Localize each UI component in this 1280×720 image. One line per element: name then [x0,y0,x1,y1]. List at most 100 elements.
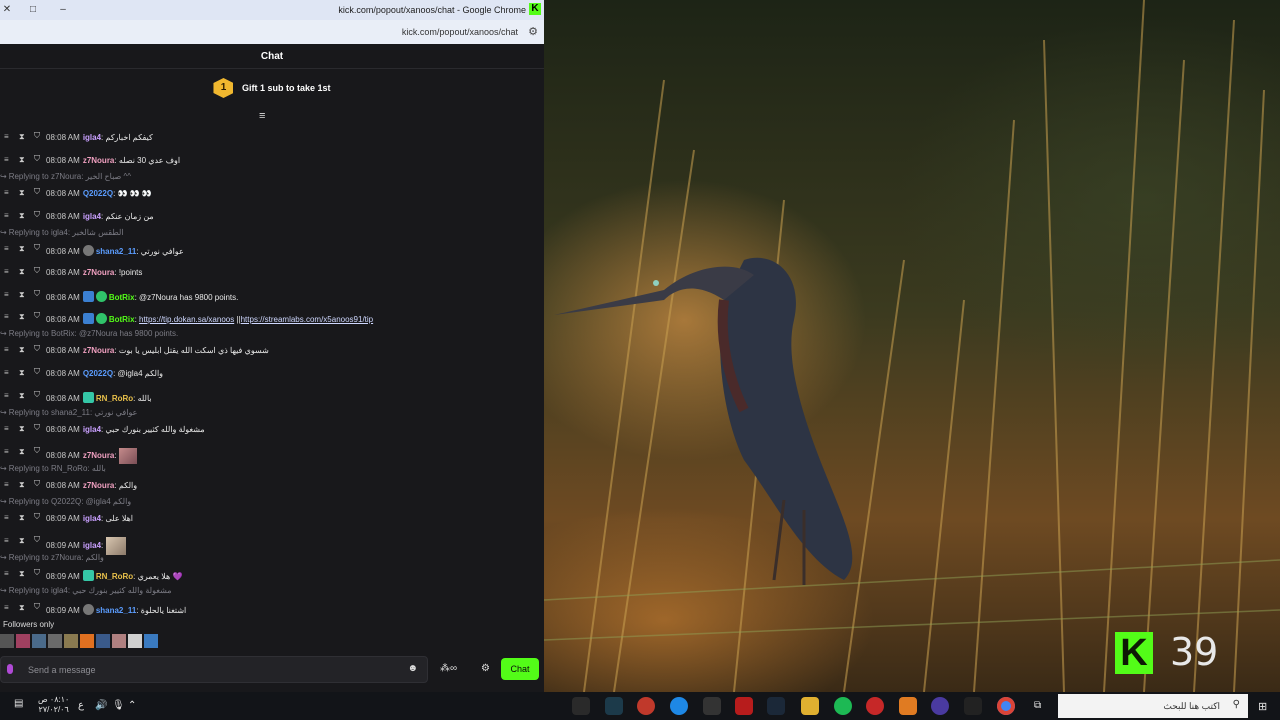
message-link[interactable]: https://tip.dokan.sa/xanoos [139,315,234,324]
send-chat-button[interactable]: Chat [501,658,539,680]
message-username[interactable]: igla4 [83,541,101,550]
chat-message[interactable]: ≡ ⧗ ⛉ 08:08 AM BotRix: https://tip.dokan.sa/… [0,310,544,326]
mod-menu-icon[interactable]: ≡ [4,312,9,321]
timeout-icon[interactable]: ⧗ [19,603,25,613]
message-username[interactable]: igla4 [83,212,101,221]
task-view-icon[interactable]: ⧉ [1034,700,1041,711]
mod-menu-icon[interactable]: ≡ [4,345,9,354]
app-icon-11[interactable] [899,697,917,715]
shield-icon[interactable]: ⛉ [34,311,40,321]
chat-message[interactable]: ≡ ⧗ ⛉ 08:08 AM z7Noura: [0,445,544,464]
steam-icon[interactable] [767,697,785,715]
gear-icon[interactable]: ⚙ [481,663,490,674]
timeout-icon[interactable]: ⧗ [19,480,25,490]
mod-menu-icon[interactable]: ≡ [4,244,9,253]
minimize-icon[interactable]: – [56,3,70,17]
app-icon-10[interactable] [866,697,884,715]
chat-message[interactable]: ≡ ⧗ ⛉ 08:08 AM igla4: كيفكم اخباركم [0,130,544,146]
chat-message[interactable]: ≡ ⧗ ⛉ 08:08 AM Q2022Q: 👀 👀 👀 [0,186,544,202]
shield-icon[interactable]: ⛉ [34,266,40,276]
shield-icon[interactable]: ⛉ [34,390,40,400]
timeout-icon[interactable]: ⧗ [19,267,25,277]
emote-thumb[interactable] [0,634,14,648]
mod-menu-icon[interactable]: ≡ [4,603,9,612]
message-username[interactable]: shana2_11 [96,247,136,256]
message-username[interactable]: igla4 [83,425,101,434]
video-editor-icon[interactable] [735,697,753,715]
timeout-icon[interactable]: ⧗ [19,569,25,579]
mic-icon[interactable] [7,664,13,674]
message-username[interactable]: z7Noura [83,451,115,460]
message-username[interactable]: igla4 [83,514,101,523]
volume-icon[interactable]: 🔊 [95,700,107,711]
mod-menu-icon[interactable]: ≡ [4,188,9,197]
chat-message[interactable]: ≡ ⧗ ⛉ 08:09 AM RN_RoRo: هلا يعمري 💜 [0,567,544,583]
timeout-icon[interactable]: ⧗ [19,290,25,300]
chat-message[interactable]: ≡ ⧗ ⛉ 08:08 AM z7Noura: والكم [0,478,544,494]
chat-message[interactable]: ≡ ⧗ ⛉ 08:08 AM igla4: من زمان عنكم [0,209,544,225]
app-icon-5[interactable] [703,697,721,715]
mod-menu-icon[interactable]: ≡ [4,569,9,578]
mod-menu-icon[interactable]: ≡ [4,424,9,433]
timeout-icon[interactable]: ⧗ [19,188,25,198]
message-username[interactable]: Q2022Q [83,369,113,378]
mod-menu-icon[interactable]: ≡ [4,447,9,456]
app-icon-12[interactable] [931,697,949,715]
chrome-icon[interactable] [997,697,1015,715]
shield-icon[interactable]: ⛉ [34,446,40,456]
timeout-icon[interactable]: ⧗ [19,132,25,142]
mod-menu-icon[interactable]: ≡ [4,536,9,545]
epic-games-icon[interactable] [964,697,982,715]
address-url[interactable]: kick.com/popout/xanoos/chat [402,27,518,37]
mod-menu-icon[interactable]: ≡ [4,132,9,141]
message-username[interactable]: BotRix [109,293,135,302]
timeout-icon[interactable]: ⧗ [19,513,25,523]
shield-icon[interactable]: ⛉ [34,131,40,141]
emote-thumb[interactable] [48,634,62,648]
shield-icon[interactable]: ⛉ [34,535,40,545]
shield-icon[interactable]: ⛉ [34,289,40,299]
emote-thumb[interactable] [96,634,110,648]
chevron-up-icon[interactable]: ⌃ [128,700,136,711]
timeout-icon[interactable]: ⧗ [19,345,25,355]
chat-message[interactable]: ≡ ⧗ ⛉ 08:08 AM BotRix: @z7Noura has 9800 poi… [0,288,544,304]
timeout-icon[interactable]: ⧗ [19,447,25,457]
kick-coins-icon[interactable]: ⁂∞ [440,663,457,674]
shield-icon[interactable]: ⛉ [34,512,40,522]
timeout-icon[interactable]: ⧗ [19,211,25,221]
close-icon[interactable]: ✕ [0,3,14,17]
message-username[interactable]: BotRix [109,315,135,324]
mod-menu-icon[interactable]: ≡ [4,290,9,299]
shield-icon[interactable]: ⛉ [34,154,40,164]
emote-thumb[interactable] [80,634,94,648]
message-username[interactable]: z7Noura [83,346,115,355]
mic-tray-icon[interactable]: 🎙 [112,700,125,711]
mod-menu-icon[interactable]: ≡ [4,267,9,276]
chat-message[interactable]: ≡ ⧗ ⛉ 08:08 AM Q2022Q: @igla4 والكم [0,366,544,382]
mod-menu-icon[interactable]: ≡ [4,155,9,164]
address-bar[interactable]: kick.com/popout/xanoos/chat ⚙ [0,20,544,44]
windows-start-icon[interactable]: ⊞ [1258,700,1267,713]
emote-thumb[interactable] [32,634,46,648]
notification-icon[interactable]: ▤ [14,698,23,709]
chat-message[interactable]: ≡ ⧗ ⛉ 08:08 AM igla4: مشغولة والله كثيير بنو… [0,422,544,438]
message-username[interactable]: z7Noura [83,481,115,490]
mod-menu-icon[interactable]: ≡ [4,368,9,377]
chat-message[interactable]: ≡ ⧗ ⛉ 08:09 AM igla4: اهلا على [0,511,544,527]
app-icon-2[interactable] [605,697,623,715]
shield-icon[interactable]: ⛉ [34,367,40,377]
shield-icon[interactable]: ⛉ [34,187,40,197]
input-language[interactable]: ع [78,700,84,711]
message-link[interactable]: https://streamlabs.com/x5anoos91/tip [241,315,374,324]
emote-thumb[interactable] [16,634,30,648]
shield-icon[interactable]: ⛉ [34,423,40,433]
gift-banner[interactable]: 1 Gift 1 sub to take 1st [0,78,544,104]
app-icon-1[interactable] [572,697,590,715]
message-username[interactable]: shana2_11 [96,606,136,615]
message-username[interactable]: z7Noura [83,268,115,277]
message-username[interactable]: Q2022Q [83,189,113,198]
message-username[interactable]: RN_RoRo [96,394,133,403]
timeout-icon[interactable]: ⧗ [19,244,25,254]
message-username[interactable]: z7Noura [83,156,115,165]
chat-message[interactable]: ≡ ⧗ ⛉ 08:08 AM shana2_11: عوافي نورتي [0,242,544,258]
